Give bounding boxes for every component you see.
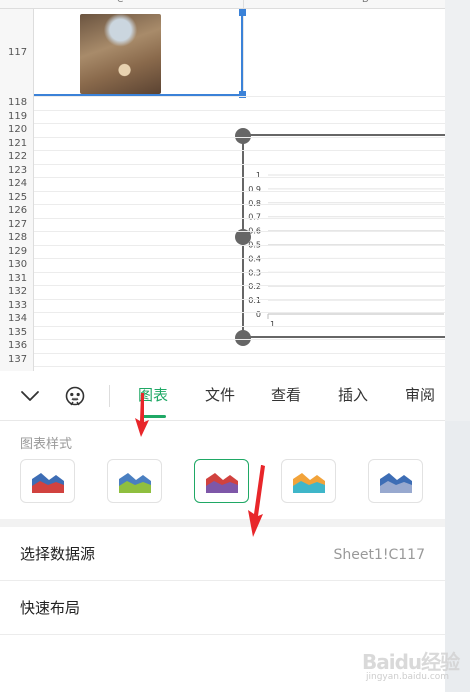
watermark-sub: jingyan.baidu.com (366, 672, 450, 682)
quick-layout-row[interactable]: 快速布局 (0, 581, 445, 635)
row-number[interactable]: 121 (0, 137, 34, 150)
row-gridline (34, 339, 445, 340)
cell-image[interactable] (80, 14, 161, 94)
selection-border-right (241, 9, 243, 95)
row-gridline (34, 123, 445, 124)
row-number[interactable]: 122 (0, 150, 34, 163)
row-gridline (34, 109, 445, 111)
column-divider (243, 9, 244, 95)
row-gridline (34, 244, 445, 246)
row-number[interactable]: 120 (0, 123, 34, 136)
chart-style-option-3[interactable] (194, 459, 249, 503)
sheet-edge (445, 0, 470, 371)
watermark-logo: Baidu经验 jingyan.baidu.com (360, 642, 470, 688)
column-header-d[interactable]: D (243, 0, 445, 9)
chart-style-section: 图表样式 (0, 421, 445, 519)
row-number[interactable]: 119 (0, 110, 34, 123)
data-source-value: Sheet1!C117 (333, 547, 426, 563)
chart-x-tick-label: 1 (270, 320, 275, 329)
chart-style-option-4[interactable] (281, 459, 336, 503)
emoji-face-icon[interactable] (64, 385, 86, 407)
row-gridline (34, 217, 445, 219)
selection-handle-top[interactable] (239, 9, 246, 16)
column-letter: D (362, 0, 369, 5)
row-label: 快速布局 (20, 599, 81, 617)
row-gridline (34, 177, 445, 178)
row-label: 选择数据源 (20, 545, 96, 563)
row-gridline (34, 352, 445, 354)
row-number[interactable]: 132 (0, 285, 34, 298)
watermark-text: Baidu经验 (362, 650, 460, 674)
spreadsheet-grid[interactable]: C D 10.90.80.70.60.50.40.30.20.10 1 1171… (0, 0, 445, 371)
toolbar-edge (445, 371, 470, 421)
row-number[interactable]: 128 (0, 231, 34, 244)
chart-style-option-1[interactable] (20, 459, 75, 503)
row-number[interactable]: 117 (0, 46, 34, 59)
row-number[interactable]: 133 (0, 299, 34, 312)
area-chart-icon (380, 473, 412, 493)
select-data-source-row[interactable]: 选择数据源 Sheet1!C117 (0, 527, 445, 581)
row-number[interactable]: 130 (0, 258, 34, 271)
column-header-c[interactable]: C (0, 0, 243, 9)
section-title: 图表样式 (20, 437, 73, 452)
chart-y-tick-label: 0.9 (248, 185, 261, 194)
row-gridline (34, 258, 445, 259)
area-chart-icon (119, 473, 151, 493)
row-number[interactable]: 136 (0, 339, 34, 352)
area-chart-icon (293, 473, 325, 493)
bottom-toolbar: 图表 文件 查看 插入 审阅 (0, 371, 445, 421)
tab-file[interactable]: 文件 (205, 385, 235, 405)
annotation-arrow (248, 465, 265, 537)
row-number[interactable]: 129 (0, 245, 34, 258)
chart-y-tick-label: 0.3 (248, 268, 261, 277)
row-gridline (34, 312, 445, 313)
row-gridline (34, 136, 445, 138)
row-number[interactable]: 135 (0, 326, 34, 339)
row-number[interactable]: 123 (0, 164, 34, 177)
chart-resize-handle-bottom[interactable] (235, 330, 251, 346)
section-gap (0, 519, 445, 527)
row-gridline (34, 366, 445, 367)
row-number[interactable]: 137 (0, 353, 34, 366)
row-gridline (34, 285, 445, 286)
column-letter: C (117, 0, 124, 5)
tab-insert[interactable]: 插入 (338, 385, 368, 405)
row-gridline (34, 204, 445, 205)
row-gridline (34, 298, 445, 300)
row-gridline (34, 231, 445, 232)
row-number[interactable]: 124 (0, 177, 34, 190)
row-gridline (34, 190, 445, 192)
chart-style-option-5[interactable] (368, 459, 423, 503)
chart-style-option-2[interactable] (107, 459, 162, 503)
area-chart-icon (206, 473, 238, 493)
chevron-down-icon[interactable] (19, 385, 41, 407)
chart-y-tick-label: 0.1 (248, 296, 261, 305)
row-number[interactable]: 126 (0, 204, 34, 217)
row-gridline (34, 163, 445, 165)
row-number[interactable]: 127 (0, 218, 34, 231)
row-number[interactable]: 134 (0, 312, 34, 325)
toolbar-divider (109, 385, 110, 407)
annotation-arrow (135, 393, 149, 437)
row-gridline (34, 325, 445, 327)
tab-review[interactable]: 审阅 (405, 385, 445, 405)
row-gridline (34, 271, 445, 273)
row-number[interactable]: 118 (0, 96, 34, 109)
area-chart-icon (32, 473, 64, 493)
chart-y-tick-label: 1 (256, 171, 261, 180)
tab-view[interactable]: 查看 (271, 385, 301, 405)
chart-preview[interactable]: 10.90.80.70.60.50.40.30.20.10 1 (244, 136, 445, 336)
row-number[interactable]: 131 (0, 272, 34, 285)
row-gridline (34, 150, 445, 151)
row-number[interactable]: 125 (0, 191, 34, 204)
chart-y-tick-label: 0.2 (248, 282, 261, 291)
chart-frame-bottom (243, 336, 445, 338)
row-gridline (34, 96, 445, 97)
